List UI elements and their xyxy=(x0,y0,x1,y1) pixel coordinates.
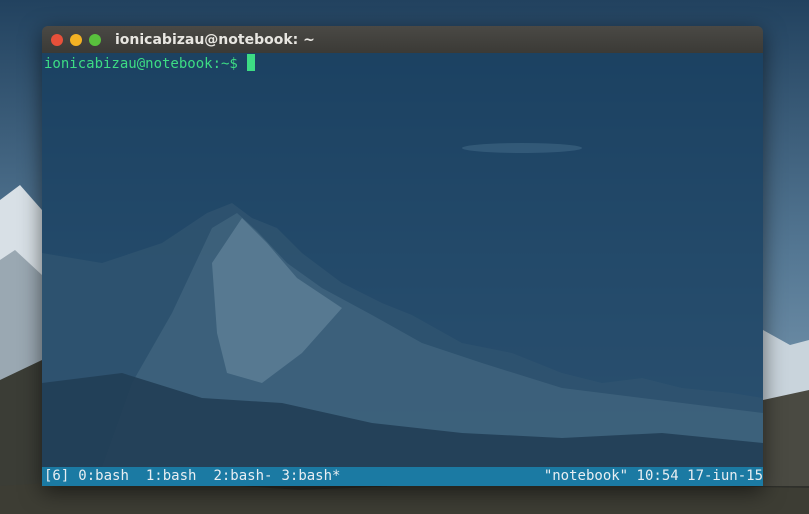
terminal-window[interactable]: ionicabizau@notebook: ~ ionicabizau@note… xyxy=(42,26,763,486)
tmux-status-right: "notebook" 10:54 17-iun-15 xyxy=(544,467,763,486)
terminal-background-mountains xyxy=(42,143,763,467)
tmux-window-3[interactable]: 3:bash* xyxy=(281,467,340,486)
tmux-window-1[interactable]: 1:bash xyxy=(146,467,197,486)
tmux-status-bar: [6] 0:bash 1:bash 2:bash- 3:bash* "noteb… xyxy=(42,467,763,486)
maximize-window-button[interactable] xyxy=(89,33,101,46)
tmux-window-0[interactable]: 0:bash xyxy=(78,467,129,486)
tmux-hostname: "notebook" xyxy=(543,468,629,484)
terminal-area[interactable]: ionicabizau@notebook:~$ xyxy=(42,53,763,467)
minimize-window-button[interactable] xyxy=(70,33,82,46)
tmux-date: 17-iun-15 xyxy=(687,468,763,484)
shell-prompt: ionicabizau@notebook:~$ xyxy=(44,56,238,72)
tmux-window-list: [6] 0:bash 1:bash 2:bash- 3:bash* xyxy=(44,467,340,486)
tmux-session-id: [6] xyxy=(44,468,70,484)
close-window-button[interactable] xyxy=(51,33,63,46)
window-title: ionicabizau@notebook: ~ xyxy=(115,31,315,48)
shell-prompt-line[interactable]: ionicabizau@notebook:~$ xyxy=(44,54,255,73)
text-cursor xyxy=(246,54,255,71)
window-titlebar[interactable]: ionicabizau@notebook: ~ xyxy=(42,26,763,53)
tmux-clock: 10:54 xyxy=(636,468,679,484)
tmux-window-2[interactable]: 2:bash- xyxy=(213,467,272,486)
